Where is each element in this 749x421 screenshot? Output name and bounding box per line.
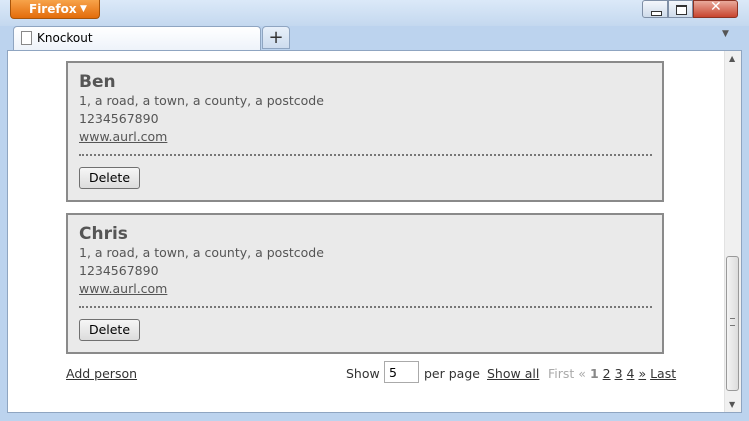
person-name: Chris (79, 224, 128, 244)
pager-last[interactable]: Last (650, 366, 676, 381)
scrollbar-thumb[interactable] (726, 256, 739, 391)
title-bar: Firefox ▼ ✕ (0, 0, 749, 26)
pager-page-link[interactable]: 2 (603, 366, 611, 381)
page-icon (21, 31, 32, 45)
tab-knockout[interactable]: Knockout (13, 26, 261, 50)
delete-button[interactable]: Delete (79, 319, 140, 341)
person-url-link[interactable]: www.aurl.com (79, 281, 167, 296)
person-card: Chris 1, a road, a town, a county, a pos… (66, 213, 664, 354)
add-person-link[interactable]: Add person (66, 366, 137, 381)
person-address: 1, a road, a town, a county, a postcode (79, 93, 324, 108)
close-icon: ✕ (710, 0, 722, 15)
divider (79, 306, 652, 308)
person-name: Ben (79, 72, 116, 92)
firefox-menu-button[interactable]: Firefox ▼ (10, 0, 100, 19)
person-phone: 1234567890 (79, 111, 159, 126)
list-footer: Add person Show per page Show all First … (66, 361, 676, 387)
pager-current-page: 1 (589, 366, 599, 381)
new-tab-button[interactable]: + (262, 26, 290, 49)
pager-page-link[interactable]: 3 (615, 366, 623, 381)
delete-button[interactable]: Delete (79, 167, 140, 189)
pager-prev: « (578, 366, 586, 381)
pager-first: First (548, 366, 575, 381)
firefox-menu-label: Firefox (29, 2, 77, 16)
show-label: Show (346, 366, 380, 381)
person-card: Ben 1, a road, a town, a county, a postc… (66, 61, 664, 202)
pager-next[interactable]: » (638, 366, 646, 381)
per-page-label: per page (424, 366, 480, 381)
tab-list-icon[interactable]: ▼ (722, 29, 729, 39)
show-all-link[interactable]: Show all (487, 366, 539, 381)
pagination: First « 1 2 3 4 » Last (548, 366, 676, 381)
page-content: Ben 1, a road, a town, a county, a postc… (7, 50, 742, 413)
minimize-button[interactable] (642, 0, 668, 18)
person-url-link[interactable]: www.aurl.com (79, 129, 167, 144)
person-phone: 1234567890 (79, 263, 159, 278)
pager-page-link[interactable]: 4 (627, 366, 635, 381)
person-address: 1, a road, a town, a county, a postcode (79, 245, 324, 260)
divider (79, 154, 652, 156)
vertical-scrollbar[interactable]: ▲ ▼ (724, 51, 741, 412)
tab-bar: Knockout + ▼ (0, 26, 749, 50)
chevron-down-icon: ▼ (80, 4, 87, 14)
scroll-up-icon[interactable]: ▲ (729, 54, 735, 63)
per-page-input[interactable] (384, 361, 419, 383)
tab-title: Knockout (37, 31, 93, 45)
scroll-down-icon[interactable]: ▼ (729, 400, 735, 409)
maximize-button[interactable] (668, 0, 693, 18)
close-window-button[interactable]: ✕ (693, 0, 738, 18)
